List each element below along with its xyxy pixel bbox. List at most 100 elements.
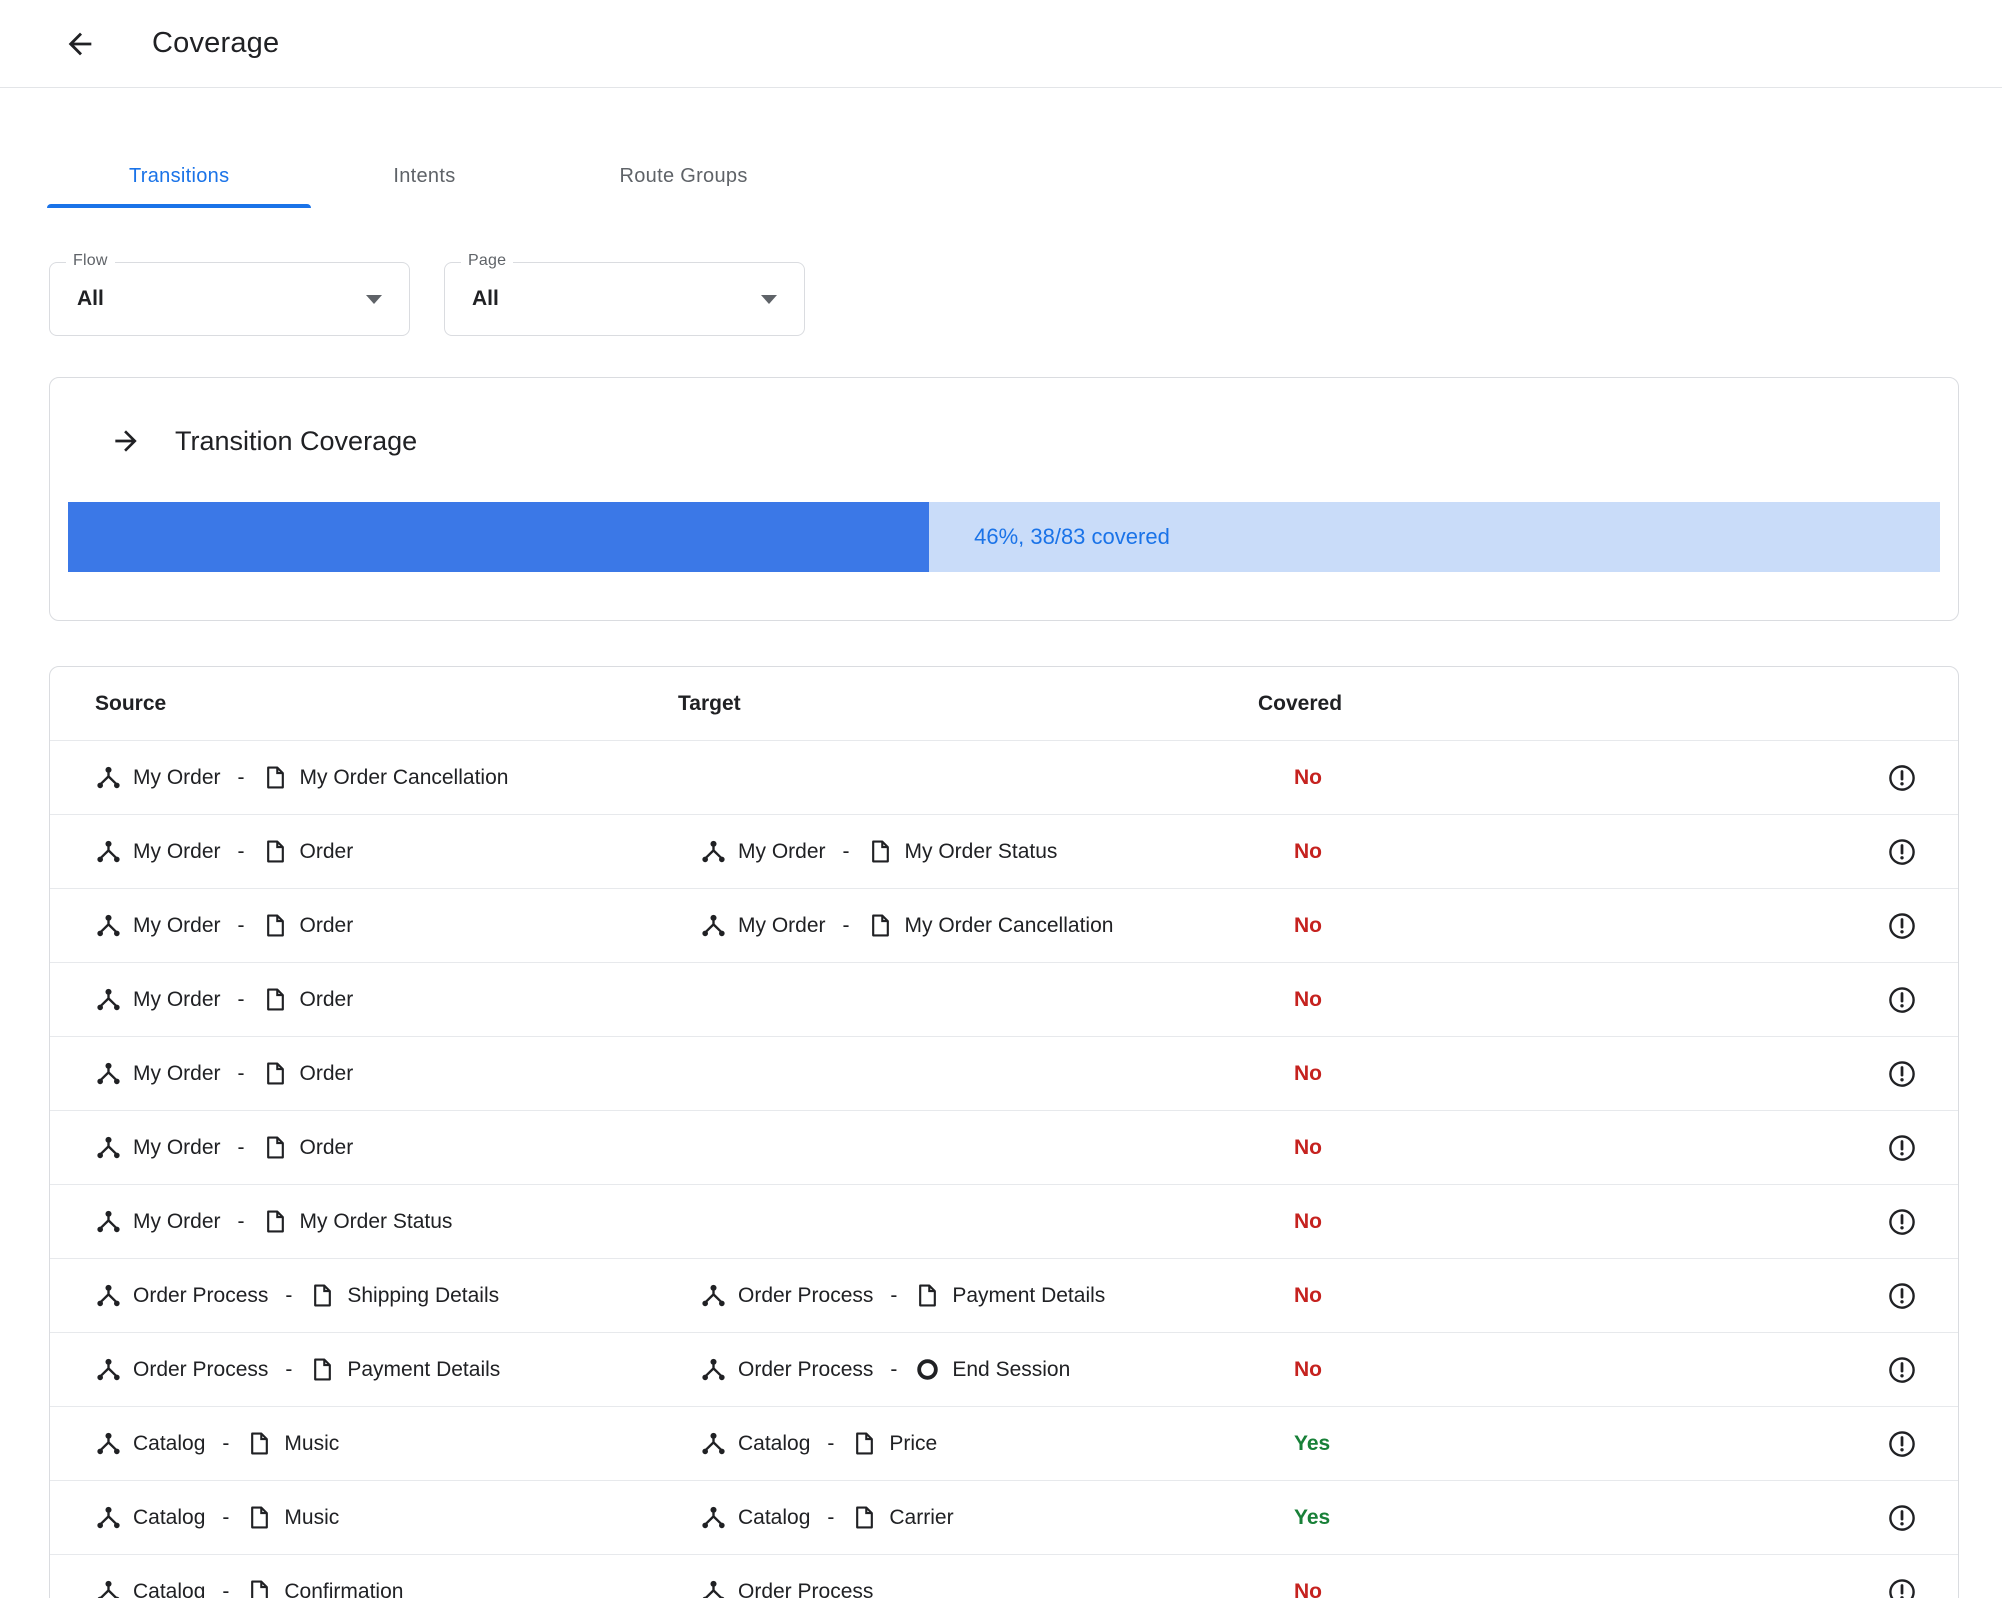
coverage-table: Source Target Covered My Order - My Order … [49,666,1959,1598]
flow-icon [702,840,725,863]
page-name: Music [284,1431,340,1455]
flow-name: My Order [133,765,221,789]
dash-separator: - [890,1357,898,1381]
target-endpoint: Catalog - Carrier [700,1504,954,1531]
row-info-button[interactable] [1886,1280,1918,1312]
flow-name: My Order [738,913,826,937]
tab-route-groups[interactable]: Route Groups [538,144,830,208]
row-info-button[interactable] [1886,1354,1918,1386]
table-body: My Order - My Order Cancellation No My Ord… [50,741,1958,1598]
source-endpoint: My Order - Order [95,1134,353,1161]
page-icon [251,1580,269,1598]
info-icon [1889,1504,1915,1531]
table-row: My Order - Order My Order - My Order Cancell… [50,889,1958,963]
row-info-button[interactable] [1886,1428,1918,1460]
covered-value: No [1294,1135,1322,1159]
table-row: Catalog - Music Catalog - Price Yes [50,1407,1958,1481]
covered-value: No [1294,987,1322,1011]
page-icon [856,1432,874,1455]
end-session-icon [917,1359,939,1380]
info-cell [1886,1132,1918,1164]
target-cell: My Order - My Order Status [678,838,1209,865]
page-select[interactable]: Page All [444,252,805,336]
table-row: My Order - Order No [50,1037,1958,1111]
info-icon [1889,1208,1915,1235]
page-icon [871,840,889,863]
target-endpoint: Order Process [700,1578,873,1598]
page-icon [266,914,284,937]
flow-name: Catalog [133,1431,206,1455]
table-row: Order Process - Payment Details Order Proc… [50,1333,1958,1407]
row-info-button[interactable] [1886,1206,1918,1238]
dash-separator: - [237,1135,245,1159]
source-endpoint: My Order - My Order Cancellation [95,764,508,791]
source-cell: Catalog - Music [95,1430,678,1457]
flow-select[interactable]: Flow All [49,252,410,336]
row-info-button[interactable] [1886,836,1918,868]
row-info-button[interactable] [1886,1132,1918,1164]
source-cell: Catalog - Confirmation [95,1578,678,1598]
target-cell: Order Process - End Session [678,1356,1209,1383]
flow-icon [702,1358,725,1381]
tab-intents[interactable]: Intents [311,144,537,208]
source-cell: My Order - Order [95,986,678,1013]
table-row: Catalog - Confirmation Order Process No [50,1555,1958,1598]
page-icon [266,988,284,1011]
flow-icon [97,1210,120,1233]
table-row: My Order - My Order Status No [50,1185,1958,1259]
page-icon [266,1136,284,1159]
page-title: Coverage [152,27,280,59]
flow-icon [702,1284,725,1307]
filters: Flow All Page All [49,252,2002,336]
flow-name: Order Process [133,1283,269,1307]
flow-name: My Order [133,1209,221,1233]
flow-name: Catalog [738,1431,811,1455]
page-name: My Order Cancellation [904,913,1114,937]
row-info-button[interactable] [1886,910,1918,942]
row-info-button[interactable] [1886,1576,1918,1598]
page-icon [251,1432,269,1455]
target-cell: Catalog - Carrier [678,1504,1209,1531]
tabs: Transitions Intents Route Groups [47,144,2002,208]
info-icon [1889,1578,1915,1598]
back-button[interactable] [58,22,102,66]
row-info-button[interactable] [1886,1058,1918,1090]
covered-value: Yes [1294,1505,1331,1529]
target-cell: Catalog - Price [678,1430,1209,1457]
row-info-button[interactable] [1886,762,1918,794]
flow-icon [97,914,120,937]
page-name: Order [299,1135,354,1159]
page-icon [266,840,284,863]
dash-separator: - [842,913,850,937]
source-cell: Order Process - Payment Details [95,1356,678,1383]
source-endpoint: My Order - Order [95,986,353,1013]
flow-name: Catalog [133,1505,206,1529]
flow-icon [97,1358,120,1381]
flow-icon [97,988,120,1011]
dash-separator: - [237,839,245,863]
source-cell: My Order - My Order Status [95,1208,678,1235]
info-icon [1889,1356,1915,1383]
flow-name: My Order [133,1135,221,1159]
dash-separator: - [890,1283,898,1307]
dropdown-arrow-icon [366,295,382,304]
page-name: End Session [952,1357,1071,1381]
info-cell [1886,1428,1918,1460]
source-endpoint: My Order - Order [95,912,353,939]
tab-transitions[interactable]: Transitions [47,144,312,208]
table-row: My Order - Order No [50,1111,1958,1185]
info-cell [1886,1206,1918,1238]
flow-icon [97,1506,120,1529]
flow-name: My Order [133,839,221,863]
flow-name: My Order [738,839,826,863]
target-endpoint: Order Process - Payment Details [700,1282,1105,1309]
flow-name: My Order [133,1061,221,1085]
column-header-covered: Covered [1258,691,1343,715]
flow-icon [97,766,120,789]
source-cell: My Order - Order [95,838,678,865]
page-name: Music [284,1505,340,1529]
info-icon [1889,1060,1915,1087]
info-cell [1886,910,1918,942]
row-info-button[interactable] [1886,984,1918,1016]
row-info-button[interactable] [1886,1502,1918,1534]
